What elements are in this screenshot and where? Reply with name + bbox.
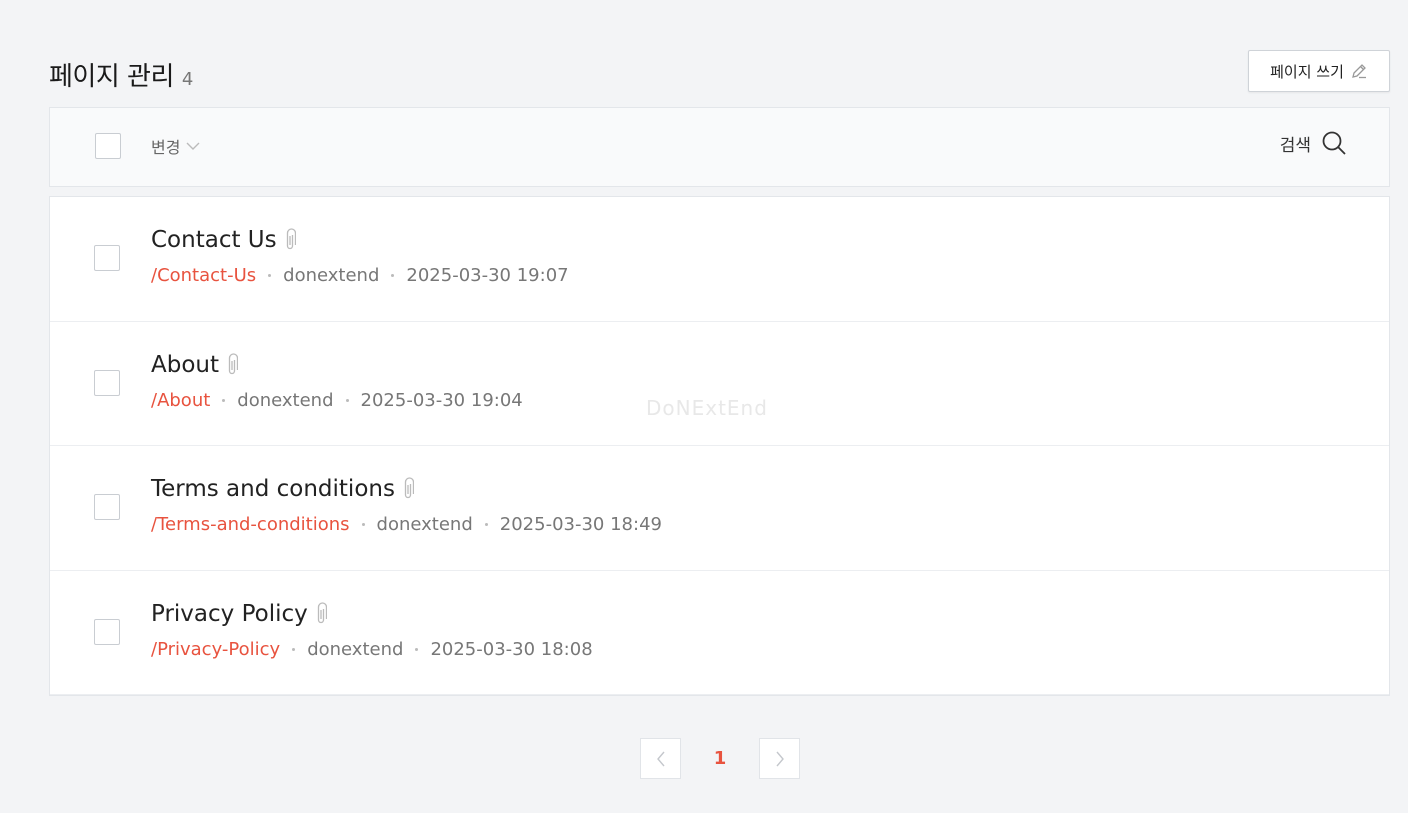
change-dropdown-label: 변경 [151,138,181,157]
chevron-right-icon [775,751,784,766]
change-dropdown[interactable]: 변경 [151,134,200,158]
row-title-text: Terms and conditions [151,476,395,502]
page-title-link[interactable]: About [151,351,239,378]
select-all-checkbox[interactable] [95,133,121,159]
page-title-link[interactable]: Privacy Policy [151,601,327,627]
separator-dot [484,523,488,526]
paperclip-icon [317,601,327,623]
row-meta: /Terms-and-conditions donextend 2025-03-… [151,514,662,535]
separator-dot [391,274,395,277]
page-author: donextend [283,265,380,286]
list-toolbar: 변경 검색 [49,107,1390,187]
page-number-current[interactable]: 1 [681,748,759,769]
row-checkbox[interactable] [94,369,120,396]
page-title-link[interactable]: Contact Us [151,227,296,253]
chevron-left-icon [656,751,665,766]
separator-dot [345,398,349,402]
separator-dot [292,647,296,651]
separator-dot [361,523,365,526]
list-item: Terms and conditions /Terms-and-conditio… [50,446,1389,571]
page-management-screen: 페이지 관리 4 페이지 쓰기 변경 검색 Contact Us /Contac… [0,0,1408,813]
separator-dot [222,398,226,402]
separator-dot [268,274,272,277]
row-meta: /About donextend 2025-03-30 19:04 [151,390,523,411]
page-date: 2025-03-30 18:08 [430,638,593,660]
row-checkbox[interactable] [94,494,120,520]
row-title-text: About [151,351,220,378]
page-slug-link[interactable]: /Privacy-Policy [151,639,280,660]
row-meta: /Contact-Us donextend 2025-03-30 19:07 [151,265,569,286]
list-item: Privacy Policy /Privacy-Policy donextend… [50,571,1389,695]
pencil-icon [1351,64,1366,79]
paperclip-icon [228,352,239,374]
page-title-text: 페이지 관리 [49,62,174,92]
prev-page-button[interactable] [640,738,681,779]
separator-dot [415,647,419,651]
row-title-text: Privacy Policy [151,600,308,627]
page-list: Contact Us /Contact-Us donextend 2025-03… [49,196,1390,696]
page-count: 4 [181,69,193,90]
page-slug-link[interactable]: /Terms-and-conditions [151,514,350,535]
watermark: DoNExtEnd [646,396,768,420]
write-page-button[interactable]: 페이지 쓰기 [1248,50,1390,92]
chevron-down-icon [186,142,200,150]
page-date: 2025-03-30 18:49 [499,514,662,535]
page-title: 페이지 관리 4 [49,56,193,93]
row-checkbox[interactable] [94,618,120,645]
row-checkbox[interactable] [94,245,120,271]
next-page-button[interactable] [759,738,800,779]
page-header: 페이지 관리 4 페이지 쓰기 [49,50,1390,94]
paperclip-icon [286,228,296,250]
page-author: donextend [307,638,404,660]
page-slug-link[interactable]: /Contact-Us [151,265,256,286]
page-date: 2025-03-30 19:07 [406,265,569,286]
write-page-button-label: 페이지 쓰기 [1270,62,1344,81]
paperclip-icon [404,477,414,499]
page-author: donextend [237,389,334,411]
page-author: donextend [376,514,473,535]
page-title-link[interactable]: Terms and conditions [151,476,414,502]
list-item: Contact Us /Contact-Us donextend 2025-03… [50,197,1389,322]
row-meta: /Privacy-Policy donextend 2025-03-30 18:… [151,639,593,660]
list-item: About /About donextend 2025-03-30 19:04 [50,322,1389,446]
search-button[interactable]: 검색 [1280,130,1347,156]
row-title-text: Contact Us [151,227,277,253]
search-label: 검색 [1279,135,1311,156]
page-slug-link[interactable]: /About [151,390,210,411]
page-date: 2025-03-30 19:04 [360,389,523,411]
search-icon [1322,131,1346,155]
pagination: 1 [640,738,800,779]
